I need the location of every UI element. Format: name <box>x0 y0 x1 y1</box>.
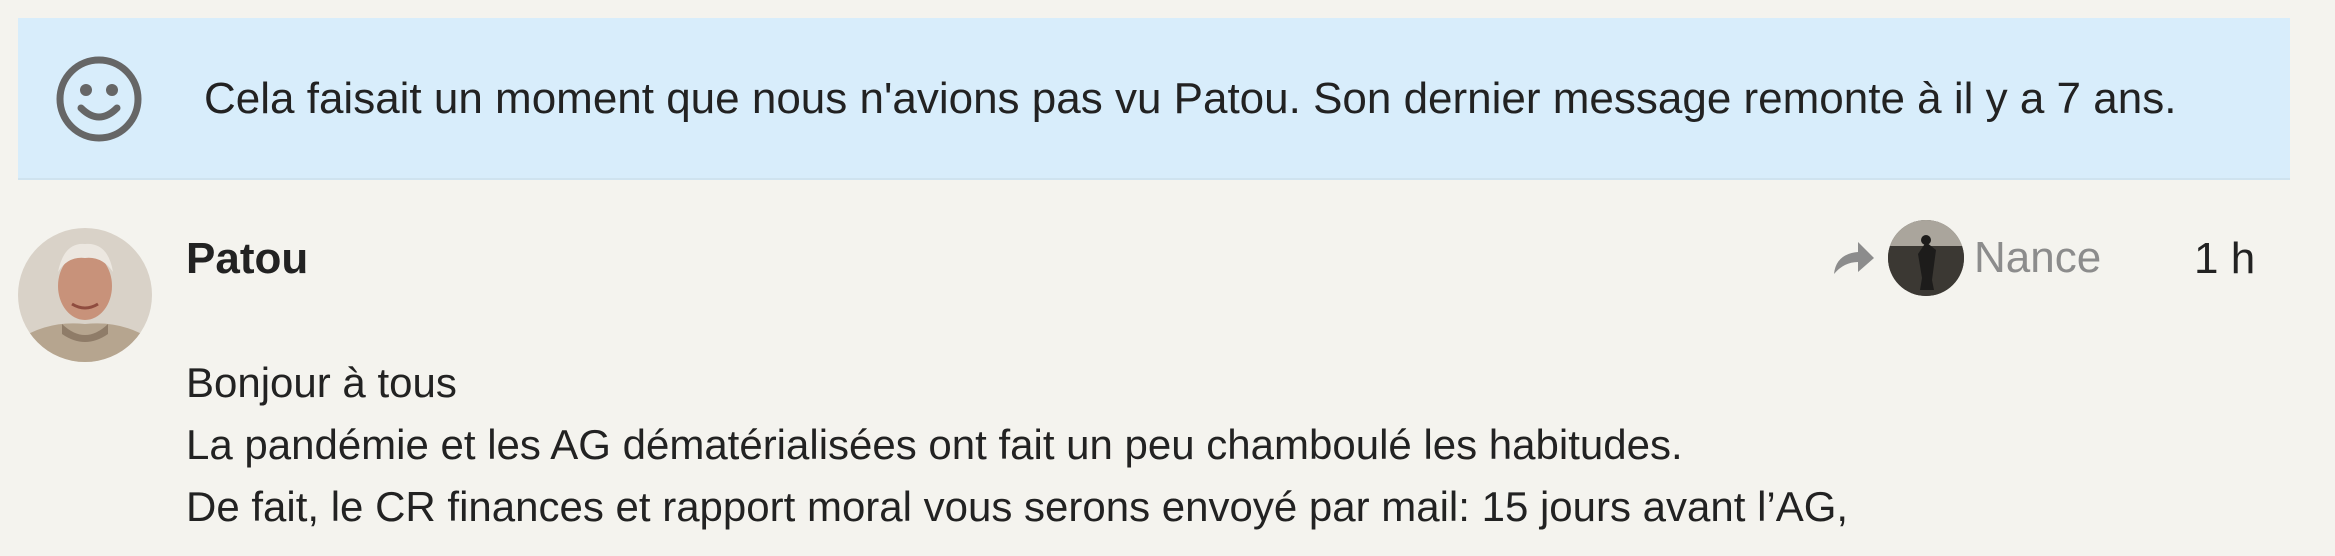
welcome-back-notice: Cela faisait un moment que nous n'avions… <box>18 18 2290 180</box>
reply-to-avatar <box>1888 220 1964 296</box>
post-date[interactable]: 1 h <box>2194 230 2255 288</box>
author-name[interactable]: Patou <box>186 230 308 288</box>
post-line: La pandémie et les AG dématérialisées on… <box>186 421 1683 468</box>
smile-icon <box>56 56 142 142</box>
post-body: Bonjour à tous La pandémie et les AG dém… <box>186 352 1848 538</box>
author-avatar[interactable] <box>18 228 152 362</box>
reply-to-name: Nance <box>1974 233 2102 282</box>
reply-arrow-icon <box>1834 242 1874 274</box>
notice-text: Cela faisait un moment que nous n'avions… <box>204 74 2177 123</box>
post: Patou Nance 1 h Bonjour à tous La pandém… <box>0 180 2335 556</box>
reply-to-link[interactable]: Nance <box>1828 220 2101 296</box>
post-line: Bonjour à tous <box>186 359 457 406</box>
post-line: De fait, le CR finances et rapport moral… <box>186 483 1849 530</box>
